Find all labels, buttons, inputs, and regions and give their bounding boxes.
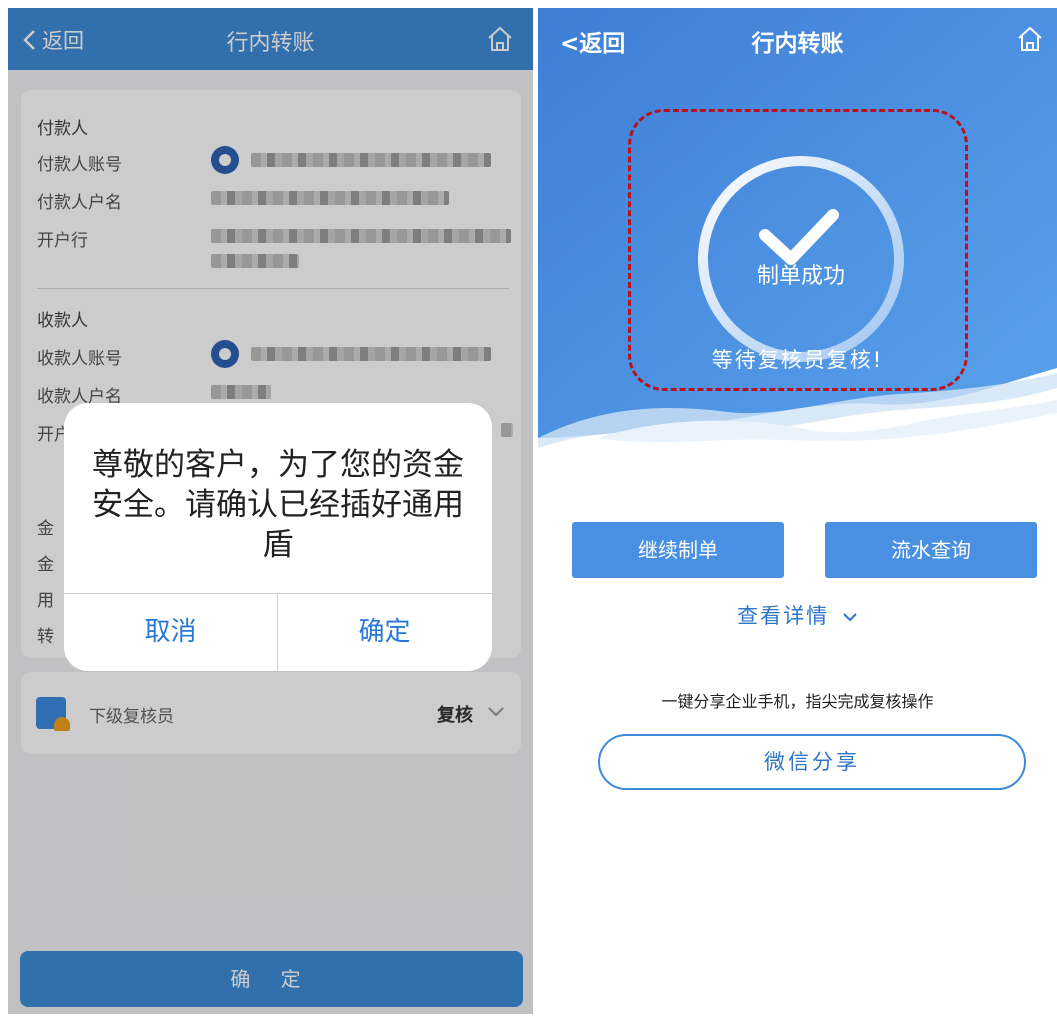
transaction-query-button[interactable]: 流水查询	[825, 522, 1037, 578]
chevron-down-icon	[843, 613, 857, 622]
share-hint-text: 一键分享企业手机，指尖完成复核操作	[661, 692, 934, 711]
home-icon[interactable]	[1015, 24, 1045, 54]
right-page-title: 行内转账	[751, 31, 844, 57]
wechat-share-button[interactable]: 微信分享	[598, 734, 1026, 790]
dialog-cancel-button[interactable]: 取消	[64, 593, 277, 671]
dialog-message: 尊敬的客户，为了您的资金安全。请确认已经插好通用盾	[92, 447, 464, 563]
dialog-confirm-button[interactable]: 确定	[278, 593, 491, 671]
highlight-annotation-box	[628, 109, 968, 391]
right-screen: <返回 行内转账 制单成功 等待复核员复核! 继续制单 流水查询 查看详情 一键…	[538, 8, 1057, 1014]
right-nav-bar: <返回 行内转账	[538, 8, 1057, 70]
left-screen: 返回 行内转账 付款人 付款人账号 付款人户名 开户行 收款人 收款人账号 收款…	[8, 8, 533, 1014]
view-details-label: 查看详情	[737, 604, 830, 628]
security-confirm-dialog: 尊敬的客户，为了您的资金安全。请确认已经插好通用盾 取消 确定	[64, 403, 492, 671]
view-details-link[interactable]: 查看详情	[538, 600, 1057, 630]
continue-order-button[interactable]: 继续制单	[572, 522, 784, 578]
